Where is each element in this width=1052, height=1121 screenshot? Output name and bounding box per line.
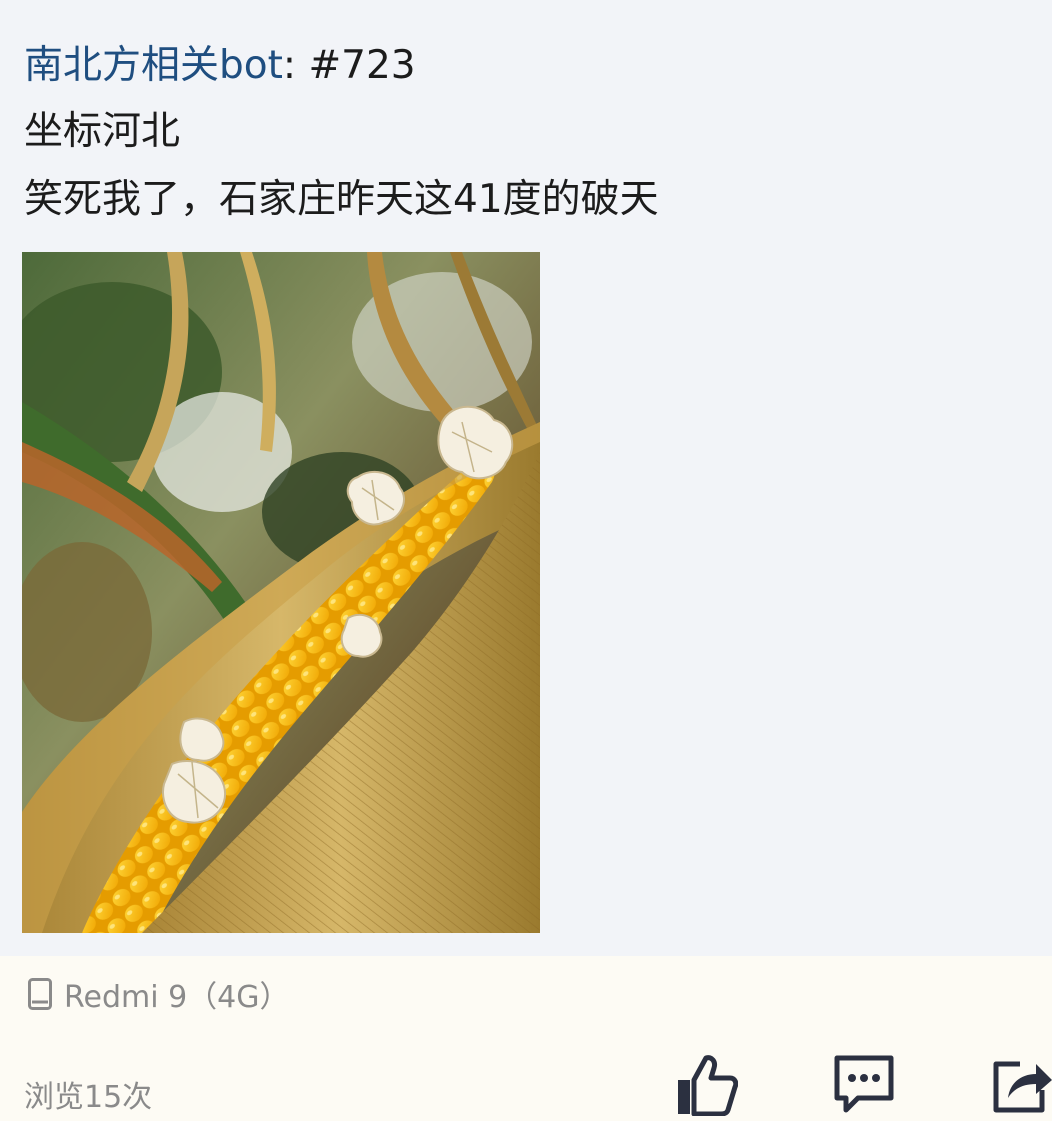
comment-icon — [834, 1055, 894, 1113]
share-icon — [993, 1061, 1052, 1113]
phone-icon — [28, 978, 52, 1010]
author-link[interactable]: 南北方相关bot — [24, 43, 283, 88]
thumbs-up-icon — [678, 1055, 739, 1117]
post-content: 南北方相关bot: #723 坐标河北 笑死我了，石家庄昨天这41度的破天 — [0, 0, 1052, 956]
device-label: Redmi 9（4G） — [64, 980, 290, 1015]
comment-button[interactable] — [832, 1052, 896, 1116]
post-number: #723 — [308, 43, 416, 88]
post-footer: Redmi 9（4G） 浏览15次 — [0, 956, 1052, 1121]
separator: : — [282, 43, 309, 88]
view-count: 浏览15次 — [24, 1080, 153, 1115]
post-image-corn-popcorn[interactable] — [22, 252, 540, 933]
like-button[interactable] — [674, 1052, 739, 1117]
post-text-line-2: 笑死我了，石家庄昨天这41度的破天 — [24, 177, 659, 222]
share-button[interactable] — [990, 1052, 1052, 1116]
post-text-line-1: 坐标河北 — [24, 109, 181, 154]
post-header: 南北方相关bot: #723 — [24, 38, 416, 94]
device-info: Redmi 9（4G） — [28, 974, 290, 1015]
